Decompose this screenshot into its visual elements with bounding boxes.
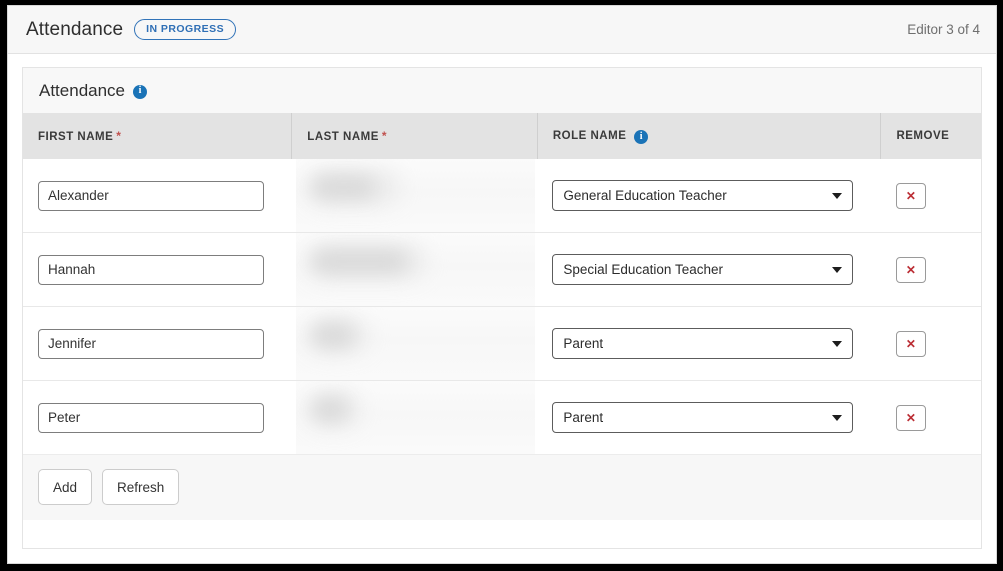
cell-role-name: General Education Teacher [537,159,881,233]
cell-role-name: Special Education Teacher [537,232,881,307]
cell-first-name [23,380,292,454]
refresh-button[interactable]: Refresh [102,469,180,505]
section-card-filler [23,520,981,548]
editor-body: Attendance i FIRST NAME * LAST NAME * RO… [8,54,996,563]
editor-counter: Editor 3 of 4 [907,22,980,37]
table-header: FIRST NAME * LAST NAME * ROLE NAME i REMOVE [23,113,981,159]
page-title: Attendance [26,18,124,40]
redaction-smear [311,324,354,347]
last-name-redacted[interactable] [295,159,535,232]
last-name-redacted[interactable] [295,307,535,380]
window-frame: Attendance IN PROGRESS Editor 3 of 4 Att… [0,0,1003,571]
role-name-select-value: General Education Teacher [552,180,854,211]
required-asterisk: * [116,129,122,143]
cell-remove: ✕ [880,159,981,233]
status-badge: IN PROGRESS [134,19,237,40]
cell-remove: ✕ [880,232,981,307]
first-name-input[interactable] [38,254,264,285]
editor-header: Attendance IN PROGRESS Editor 3 of 4 [8,6,996,54]
role-name-select-value: Parent [552,328,854,359]
cell-remove: ✕ [880,306,981,381]
cell-role-name: Parent [537,306,881,381]
first-name-input[interactable] [38,402,264,433]
cell-last-name [291,159,538,233]
last-name-redacted[interactable] [295,233,535,306]
cell-first-name [23,306,292,381]
required-asterisk: * [381,129,388,143]
last-name-redacted[interactable] [295,381,535,454]
role-name-select-value: Parent [552,402,854,433]
cell-first-name [23,159,292,233]
section-title: Attendance [39,80,126,100]
add-button[interactable]: Add [38,469,93,505]
info-icon-glyph: i [639,130,643,142]
role-name-select[interactable]: General Education Teacher [552,180,854,211]
info-icon[interactable]: i [133,84,148,99]
table-row: Parent ✕ [23,306,981,381]
remove-row-button[interactable]: ✕ [895,182,926,209]
table-row: Parent ✕ [23,380,981,454]
column-header-remove-label: REMOVE [896,130,950,142]
column-header-first-name-label: FIRST NAME [38,131,114,143]
role-name-select[interactable]: Special Education Teacher [552,254,854,285]
remove-row-button[interactable]: ✕ [895,404,926,431]
cell-last-name [291,306,538,381]
column-header-role-name: ROLE NAME i [537,113,882,159]
column-header-remove: REMOVE [881,113,981,159]
role-name-select[interactable]: Parent [552,328,854,359]
column-header-role-name-label: ROLE NAME [552,130,627,143]
table-action-bar: Add Refresh [23,454,981,520]
column-header-last-name: LAST NAME * [291,113,538,159]
table-row: General Education Teacher ✕ [23,159,981,233]
redaction-smear [311,250,407,273]
cell-remove: ✕ [880,380,981,454]
cell-first-name [23,232,292,307]
table-header-row: FIRST NAME * LAST NAME * ROLE NAME i REMOVE [23,113,981,159]
editor-page: Attendance IN PROGRESS Editor 3 of 4 Att… [7,5,997,564]
cell-last-name [291,232,538,307]
role-name-select[interactable]: Parent [552,402,854,433]
attendance-section-card: Attendance i FIRST NAME * LAST NAME * RO… [22,67,982,549]
redaction-smear [311,398,348,421]
attendance-table: FIRST NAME * LAST NAME * ROLE NAME i REMOVE [23,113,981,454]
table-row: Special Education Teacher ✕ [23,232,981,307]
column-header-first-name: FIRST NAME * [23,113,293,159]
info-icon-glyph: i [138,85,142,96]
cell-last-name [291,380,538,454]
redaction-smear [311,176,375,199]
section-header: Attendance i [23,68,981,113]
remove-row-button[interactable]: ✕ [895,330,926,357]
info-icon[interactable]: i [634,130,649,144]
first-name-input[interactable] [38,328,264,359]
remove-row-button[interactable]: ✕ [895,256,926,283]
role-name-select-value: Special Education Teacher [552,254,854,285]
column-header-last-name-label: LAST NAME [307,131,379,143]
first-name-input[interactable] [38,180,264,211]
table-body: General Education Teacher ✕ [23,159,981,454]
cell-role-name: Parent [537,380,881,454]
attendance-table-container: FIRST NAME * LAST NAME * ROLE NAME i REMOVE [23,113,981,454]
